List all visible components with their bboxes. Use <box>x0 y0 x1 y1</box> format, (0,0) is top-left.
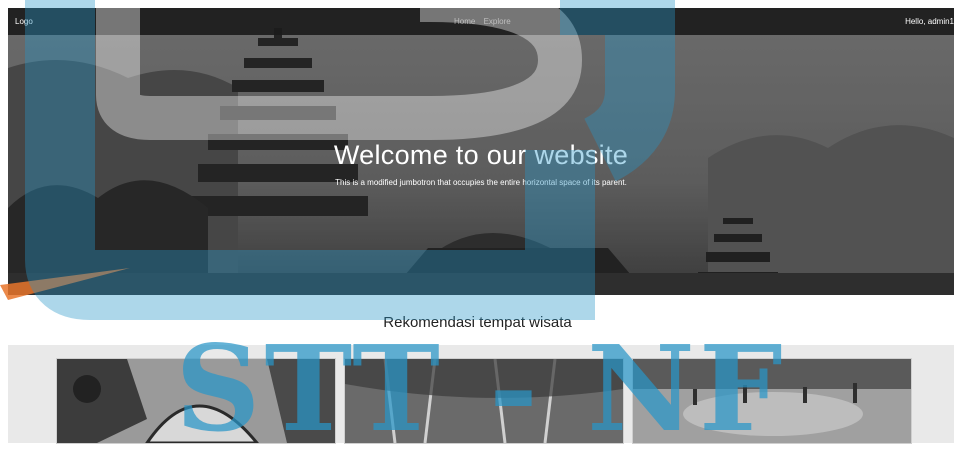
destination-card[interactable] <box>344 358 624 444</box>
nav-links: Home Explore <box>454 17 517 26</box>
recommendations-heading: Rekomendasi tempat wisata <box>383 314 572 331</box>
destination-image <box>57 359 335 443</box>
user-greeting[interactable]: Hello, admin1 <box>905 17 954 26</box>
destination-card[interactable] <box>56 358 336 444</box>
destination-image <box>345 359 623 443</box>
nav-link-explore[interactable]: Explore <box>484 17 511 26</box>
hero-subtitle: This is a modified jumbotron that occupi… <box>335 178 627 187</box>
logo-link[interactable]: Logo <box>15 17 33 26</box>
destination-image <box>633 359 911 443</box>
hero-title: Welcome to our website <box>333 140 629 170</box>
nav-link-home[interactable]: Home <box>454 17 475 26</box>
top-navbar: Logo Home Explore Hello, admin1 <box>8 8 954 35</box>
destination-card[interactable] <box>632 358 912 444</box>
hero-jumbotron: Logo Home Explore Hello, admin1 Welcome … <box>8 8 954 295</box>
